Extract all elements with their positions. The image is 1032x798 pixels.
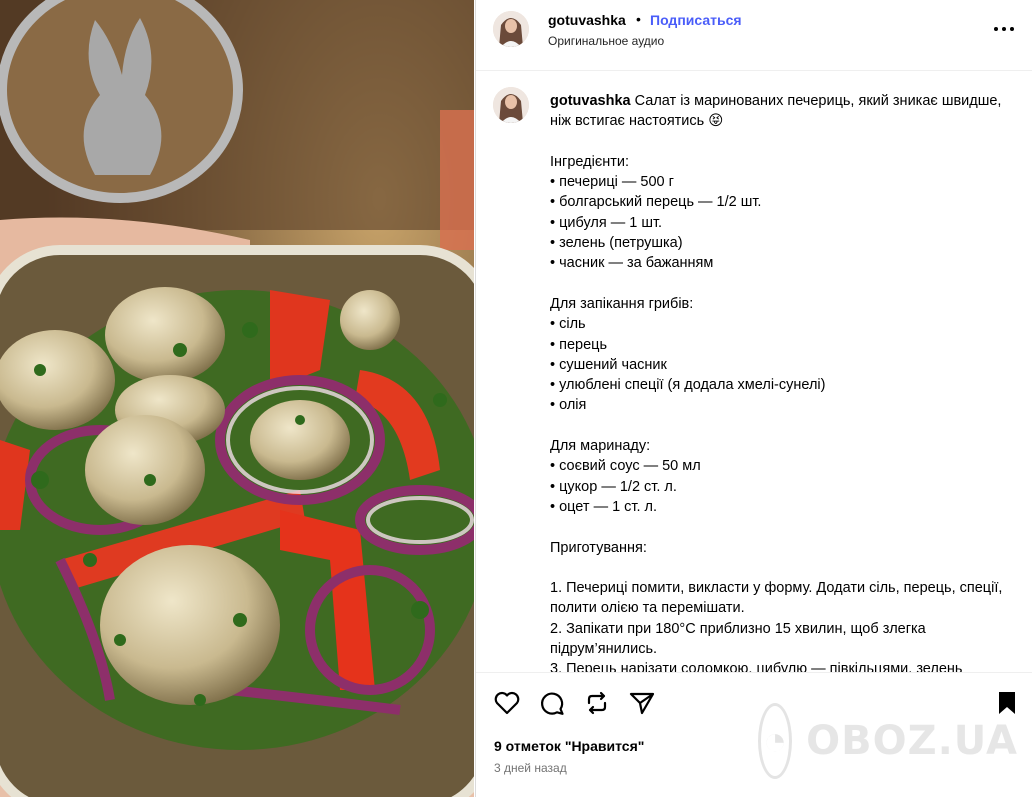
comment-icon[interactable] <box>538 689 566 717</box>
send-icon[interactable] <box>628 689 656 717</box>
globe-icon: ◔ <box>758 703 793 779</box>
audio-label[interactable]: Оригинальное аудио <box>548 34 664 48</box>
salad-photo <box>0 0 474 797</box>
caption-area[interactable]: gotuvashka Салат із маринованих печериць… <box>476 71 1032 672</box>
caption-text: Салат із маринованих печериць, який зник… <box>550 93 1003 672</box>
avatar[interactable] <box>493 11 529 47</box>
repost-icon[interactable] <box>583 689 611 717</box>
post-media-video[interactable] <box>0 0 474 797</box>
actions-bar: 9 отметок "Нравится" 3 дней назад ◔ OBOZ… <box>476 672 1032 798</box>
follow-button[interactable]: Подписаться <box>650 12 742 28</box>
caption-username[interactable]: gotuvashka <box>550 93 631 109</box>
avatar-image <box>493 87 529 123</box>
watermark-text: OBOZ.UA <box>806 718 1018 764</box>
post-timestamp[interactable]: 3 дней назад <box>494 761 567 775</box>
likes-count[interactable]: 9 отметок "Нравится" <box>494 738 644 754</box>
avatar-image <box>493 11 529 47</box>
more-icon[interactable] <box>991 19 1017 39</box>
caption-avatar[interactable] <box>493 87 529 123</box>
username-link[interactable]: gotuvashka <box>548 12 626 28</box>
watermark: ◔ OBOZ.UA <box>758 701 1018 781</box>
post-header: gotuvashka • Подписаться Оригинальное ау… <box>476 0 1032 71</box>
post-caption: gotuvashka Салат із маринованих печериць… <box>550 91 1005 672</box>
separator-dot: • <box>636 11 641 27</box>
heart-icon[interactable] <box>493 689 521 717</box>
post-sidebar: gotuvashka • Подписаться Оригинальное ау… <box>475 0 1032 797</box>
